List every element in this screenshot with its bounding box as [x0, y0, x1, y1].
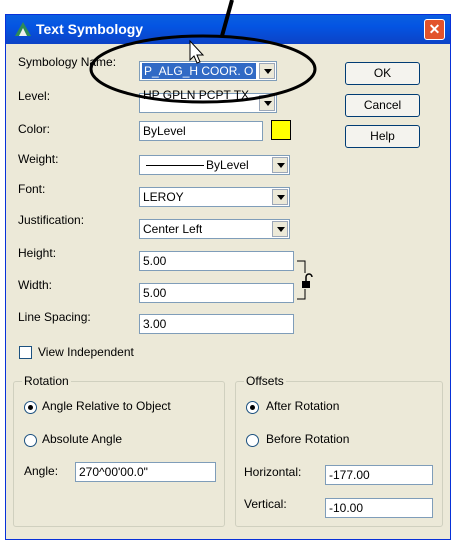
chevron-down-icon[interactable] — [272, 221, 288, 237]
weight-label: Weight: — [18, 152, 59, 166]
angle-field[interactable]: 270^00'00.0" — [75, 462, 216, 482]
app-icon — [15, 22, 31, 36]
line-spacing-field[interactable]: 3.00 — [139, 314, 294, 334]
color-swatch[interactable] — [271, 120, 291, 140]
width-field[interactable]: 5.00 — [139, 283, 294, 303]
chevron-down-icon[interactable] — [272, 157, 288, 173]
line-spacing-label: Line Spacing: — [18, 310, 91, 324]
weight-select[interactable]: ByLevel — [139, 155, 290, 175]
offsets-group-title: Offsets — [244, 374, 286, 388]
justification-select[interactable]: Center Left — [139, 219, 290, 239]
before-rotation-label: Before Rotation — [266, 432, 350, 446]
close-icon[interactable]: ✕ — [424, 19, 445, 40]
after-rotation-label: After Rotation — [266, 399, 340, 413]
absolute-angle-radio[interactable] — [24, 434, 37, 447]
symbology-name-select[interactable]: P_ALG_H COOR. O — [139, 61, 277, 81]
title-bar[interactable]: Text Symbology ✕ — [6, 15, 450, 44]
window-title: Text Symbology — [36, 21, 144, 37]
font-value: LEROY — [143, 190, 184, 204]
horizontal-field[interactable]: -177.00 — [325, 465, 433, 485]
height-label: Height: — [18, 246, 57, 260]
weight-value: ByLevel — [206, 158, 249, 172]
symbology-name-label: Symbology Name: — [18, 55, 117, 69]
chevron-down-icon[interactable] — [272, 189, 288, 205]
rotation-group: Rotation Angle Relative to Object Absolu… — [13, 374, 225, 527]
justification-label: Justification: — [18, 213, 85, 227]
font-select[interactable]: LEROY — [139, 187, 290, 207]
height-field[interactable]: 5.00 — [139, 251, 294, 271]
angle-relative-label: Angle Relative to Object — [42, 399, 171, 413]
view-independent-checkbox[interactable] — [19, 346, 32, 359]
after-rotation-radio[interactable] — [246, 401, 259, 414]
absolute-angle-label: Absolute Angle — [42, 432, 123, 446]
cancel-button[interactable]: Cancel — [345, 94, 420, 117]
horizontal-label: Horizontal: — [244, 465, 302, 479]
justification-value: Center Left — [143, 222, 203, 236]
font-label: Font: — [18, 182, 46, 196]
angle-relative-radio[interactable] — [24, 401, 37, 414]
angle-label: Angle: — [24, 464, 59, 478]
color-field[interactable]: ByLevel — [139, 121, 263, 141]
vertical-field[interactable]: -10.00 — [325, 498, 433, 518]
lock-icon[interactable] — [295, 257, 317, 303]
level-label: Level: — [18, 89, 51, 103]
level-value: HP GPLN PCPT TX — [143, 88, 250, 102]
level-select[interactable]: HP GPLN PCPT TX — [139, 88, 277, 113]
width-label: Width: — [18, 278, 53, 292]
chevron-down-icon[interactable] — [259, 63, 275, 79]
chevron-down-icon[interactable] — [259, 95, 275, 111]
rotation-group-title: Rotation — [22, 374, 71, 388]
text-symbology-dialog: Text Symbology ✕ Symbology Name: P_ALG_H… — [5, 14, 451, 540]
ok-button[interactable]: OK — [345, 62, 420, 85]
help-button[interactable]: Help — [345, 125, 420, 148]
view-independent-label: View Independent — [38, 345, 134, 359]
color-label: Color: — [18, 122, 51, 136]
symbology-name-value: P_ALG_H COOR. O — [142, 63, 256, 79]
offsets-group: Offsets After Rotation Before Rotation H… — [235, 374, 443, 527]
vertical-label: Vertical: — [244, 497, 287, 511]
before-rotation-radio[interactable] — [246, 434, 259, 447]
weight-line-sample — [146, 165, 204, 166]
